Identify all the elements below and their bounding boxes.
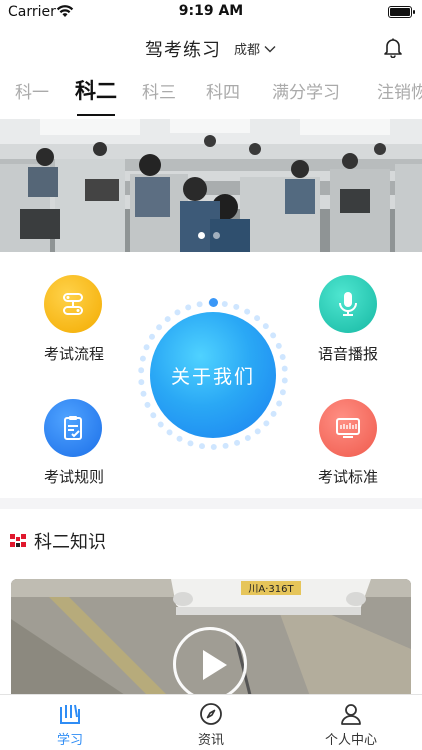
tabbar-study[interactable]: 学习: [25, 701, 115, 748]
license-plate: 川A·316T: [248, 584, 294, 595]
about-us-label: 关于我们: [170, 365, 255, 388]
section-title: 科二知识: [34, 532, 106, 553]
exam-process-button[interactable]: [44, 275, 102, 333]
tab-cancel-restore[interactable]: 注销恢: [377, 78, 422, 103]
about-us-control: 关于我们: [138, 298, 288, 450]
exam-standard-button[interactable]: [319, 399, 377, 457]
tabbar-news[interactable]: 资讯: [166, 701, 256, 748]
bell-icon[interactable]: [382, 36, 404, 58]
section-divider: [0, 498, 422, 509]
carousel-dot[interactable]: [198, 232, 205, 239]
voice-broadcast-label: 语音播报: [317, 345, 378, 363]
tabbar-news-label: 资讯: [197, 733, 224, 748]
study-icon: [60, 704, 80, 724]
voice-broadcast-button[interactable]: [319, 275, 377, 333]
nav-bar: 驾考练习 成都: [0, 30, 422, 66]
active-tab-indicator: [77, 114, 115, 116]
bottom-tab-bar: 学习 资讯 个人中心: [0, 694, 422, 750]
clipboard-icon: [64, 416, 82, 440]
section-logo-icon: [10, 534, 26, 547]
monitor-icon: [336, 418, 360, 438]
exam-process-label: 考试流程: [43, 345, 104, 363]
exam-rules-button[interactable]: [44, 399, 102, 457]
page-title: 驾考练习: [145, 40, 221, 61]
tabbar-profile-label: 个人中心: [324, 733, 377, 748]
carousel-dots: [198, 232, 220, 239]
flow-icon: [63, 293, 83, 315]
microphone-icon: [339, 292, 357, 316]
tabbar-study-label: 学习: [56, 733, 83, 748]
tab-subject-3[interactable]: 科三: [142, 78, 176, 103]
play-icon: [203, 650, 227, 680]
chevron-down-icon: [264, 45, 276, 52]
carousel-dot[interactable]: [213, 232, 220, 239]
city-label: 成都: [234, 43, 261, 58]
user-icon: [341, 704, 361, 725]
tab-subject-2[interactable]: 科二: [75, 78, 117, 105]
status-bar: Carrier 9:19 AM: [0, 0, 422, 26]
battery-icon: [388, 6, 415, 18]
exam-rules-label: 考试规则: [43, 468, 104, 486]
section-header: 科二知识: [10, 528, 106, 554]
feature-grid: 考试流程 语音播报 关于我们 考试规则 考试标准: [0, 253, 422, 498]
about-us-button[interactable]: 关于我们: [150, 312, 276, 438]
subject-tabs: 科一 科二 科三 科四 满分学习 注销恢: [0, 78, 422, 116]
tab-subject-4[interactable]: 科四: [206, 78, 240, 103]
app-screen: Carrier 9:19 AM 驾考练习 成都 科一 科二 科三 科四 满分学习…: [0, 0, 422, 750]
compass-icon: [200, 703, 222, 725]
tab-subject-1[interactable]: 科一: [15, 78, 49, 103]
exam-standard-label: 考试标准: [317, 468, 378, 486]
tab-full-score-study[interactable]: 满分学习: [272, 78, 340, 103]
tabbar-profile[interactable]: 个人中心: [306, 701, 396, 748]
clock: 9:19 AM: [178, 3, 244, 19]
play-button[interactable]: [173, 627, 247, 701]
about-dot: [209, 298, 218, 307]
city-selector[interactable]: 成都: [234, 39, 276, 58]
